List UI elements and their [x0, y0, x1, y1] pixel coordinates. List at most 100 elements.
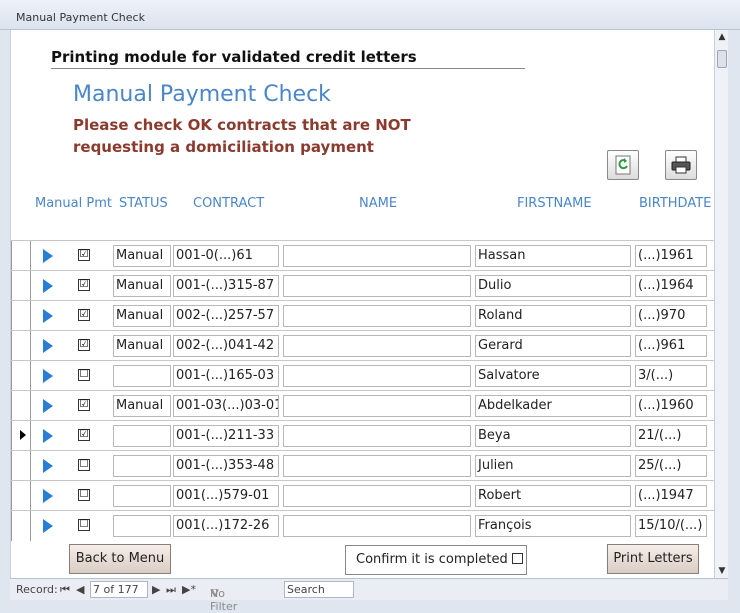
birthdate-field[interactable]: 3/(...) — [635, 365, 707, 387]
open-record-icon[interactable] — [43, 279, 53, 293]
manual-pmt-checkbox[interactable]: ☐ — [78, 459, 90, 471]
birthdate-field[interactable]: 21/(...) — [635, 425, 707, 447]
manual-pmt-checkbox[interactable]: ☑ — [78, 399, 90, 411]
open-record-icon[interactable] — [43, 429, 53, 443]
record-selector[interactable] — [11, 361, 31, 391]
name-field[interactable] — [283, 275, 471, 297]
firstname-field[interactable]: Julien — [475, 455, 631, 477]
name-field[interactable] — [283, 515, 471, 537]
status-field[interactable] — [113, 485, 171, 507]
status-field[interactable] — [113, 365, 171, 387]
contract-field[interactable]: 001(...)579-01 — [173, 485, 279, 507]
open-record-icon[interactable] — [43, 399, 53, 413]
table-row[interactable]: ☑ Manual 002-(...)257-57 Roland (...)970 — [11, 300, 715, 331]
open-record-icon[interactable] — [43, 369, 53, 383]
status-field[interactable]: Manual — [113, 305, 171, 327]
record-selector[interactable] — [11, 301, 31, 331]
firstname-field[interactable]: Roland — [475, 305, 631, 327]
birthdate-field[interactable]: 25/(...) — [635, 455, 707, 477]
status-field[interactable]: Manual — [113, 245, 171, 267]
table-row[interactable]: ☑ Manual 001-(...)315-87 Dulio (...)1964 — [11, 270, 715, 301]
record-selector[interactable] — [11, 451, 31, 481]
status-field[interactable] — [113, 425, 171, 447]
table-row[interactable]: ☑ Manual 002-(...)041-42 Gerard (...)961 — [11, 330, 715, 361]
last-record-icon[interactable]: ⏭ — [166, 583, 176, 597]
table-row[interactable]: ☑ Manual 001-0(...)61 Hassan (...)1961 — [11, 240, 715, 271]
birthdate-field[interactable]: (...)970 — [635, 305, 707, 327]
record-selector[interactable] — [11, 271, 31, 301]
contract-field[interactable]: 001-(...)211-33 — [173, 425, 279, 447]
name-field[interactable] — [283, 335, 471, 357]
record-selector[interactable] — [11, 481, 31, 511]
record-selector[interactable] — [11, 391, 31, 421]
next-record-icon[interactable]: ▶ — [152, 583, 160, 596]
scroll-thumb[interactable] — [717, 50, 727, 68]
manual-pmt-checkbox[interactable]: ☑ — [78, 279, 90, 291]
scroll-up-icon[interactable]: ▲ — [716, 30, 728, 44]
open-record-icon[interactable] — [43, 489, 53, 503]
previous-record-icon[interactable]: ◀ — [76, 583, 84, 596]
contract-field[interactable]: 002-(...)041-42 — [173, 335, 279, 357]
name-field[interactable] — [283, 305, 471, 327]
first-record-icon[interactable]: ⏮ — [60, 583, 70, 597]
firstname-field[interactable]: Salvatore — [475, 365, 631, 387]
birthdate-field[interactable]: (...)1960 — [635, 395, 707, 417]
birthdate-field[interactable]: 15/10/(...) — [635, 515, 707, 537]
status-field[interactable] — [113, 455, 171, 477]
name-field[interactable] — [283, 425, 471, 447]
table-row[interactable]: ☐ 001(...)579-01 Robert (...)1947 — [11, 480, 715, 511]
new-record-icon[interactable]: ▶* — [182, 583, 196, 596]
status-field[interactable] — [113, 515, 171, 537]
search-input[interactable]: Search — [284, 581, 354, 598]
table-row-current[interactable]: ☑ 001-(...)211-33 Beya 21/(...) — [11, 420, 715, 451]
status-field[interactable]: Manual — [113, 335, 171, 357]
contract-field[interactable]: 001-(...)165-03 — [173, 365, 279, 387]
record-number-input[interactable]: 7 of 177 — [90, 581, 148, 598]
birthdate-field[interactable]: (...)1947 — [635, 485, 707, 507]
contract-field[interactable]: 001-(...)353-48 — [173, 455, 279, 477]
manual-pmt-checkbox[interactable]: ☑ — [78, 309, 90, 321]
table-row[interactable]: ☐ 001(...)172-26 François 15/10/(...) — [11, 510, 715, 541]
confirm-completed-field[interactable]: Confirm it is completed — [345, 545, 527, 575]
confirm-completed-checkbox[interactable] — [511, 553, 523, 564]
status-field[interactable]: Manual — [113, 275, 171, 297]
manual-pmt-checkbox[interactable]: ☐ — [78, 519, 90, 531]
contract-field[interactable]: 001(...)172-26 — [173, 515, 279, 537]
scroll-down-icon[interactable]: ▼ — [716, 564, 728, 578]
open-record-icon[interactable] — [43, 249, 53, 263]
name-field[interactable] — [283, 485, 471, 507]
birthdate-field[interactable]: (...)1961 — [635, 245, 707, 267]
firstname-field[interactable]: Dulio — [475, 275, 631, 297]
print-button[interactable] — [665, 150, 697, 180]
contract-field[interactable]: 001-(...)315-87 — [173, 275, 279, 297]
open-record-icon[interactable] — [43, 459, 53, 473]
birthdate-field[interactable]: (...)961 — [635, 335, 707, 357]
name-field[interactable] — [283, 395, 471, 417]
manual-pmt-checkbox[interactable]: ☑ — [78, 339, 90, 351]
table-row[interactable]: ☑ Manual 001-03(...)03-01 Abdelkader (..… — [11, 390, 715, 421]
manual-pmt-checkbox[interactable]: ☐ — [78, 369, 90, 381]
firstname-field[interactable]: François — [475, 515, 631, 537]
manual-pmt-checkbox[interactable]: ☑ — [78, 429, 90, 441]
refresh-button[interactable] — [607, 150, 639, 180]
open-record-icon[interactable] — [43, 339, 53, 353]
name-field[interactable] — [283, 365, 471, 387]
manual-pmt-checkbox[interactable]: ☑ — [78, 249, 90, 261]
open-record-icon[interactable] — [43, 519, 53, 533]
back-to-menu-button[interactable]: Back to Menu — [69, 544, 171, 574]
vertical-scrollbar[interactable]: ▲ ▼ — [714, 30, 728, 578]
name-field[interactable] — [283, 245, 471, 267]
contract-field[interactable]: 001-0(...)61 — [173, 245, 279, 267]
firstname-field[interactable]: Robert — [475, 485, 631, 507]
firstname-field[interactable]: Beya — [475, 425, 631, 447]
table-row[interactable]: ☐ 001-(...)165-03 Salvatore 3/(...) — [11, 360, 715, 391]
open-record-icon[interactable] — [43, 309, 53, 323]
contract-field[interactable]: 002-(...)257-57 — [173, 305, 279, 327]
current-record-selector[interactable] — [11, 421, 31, 451]
firstname-field[interactable]: Abdelkader — [475, 395, 631, 417]
table-row[interactable]: ☐ 001-(...)353-48 Julien 25/(...) — [11, 450, 715, 481]
firstname-field[interactable]: Gerard — [475, 335, 631, 357]
print-letters-button[interactable]: Print Letters — [607, 544, 699, 574]
name-field[interactable] — [283, 455, 471, 477]
contract-field[interactable]: 001-03(...)03-01 — [173, 395, 279, 417]
